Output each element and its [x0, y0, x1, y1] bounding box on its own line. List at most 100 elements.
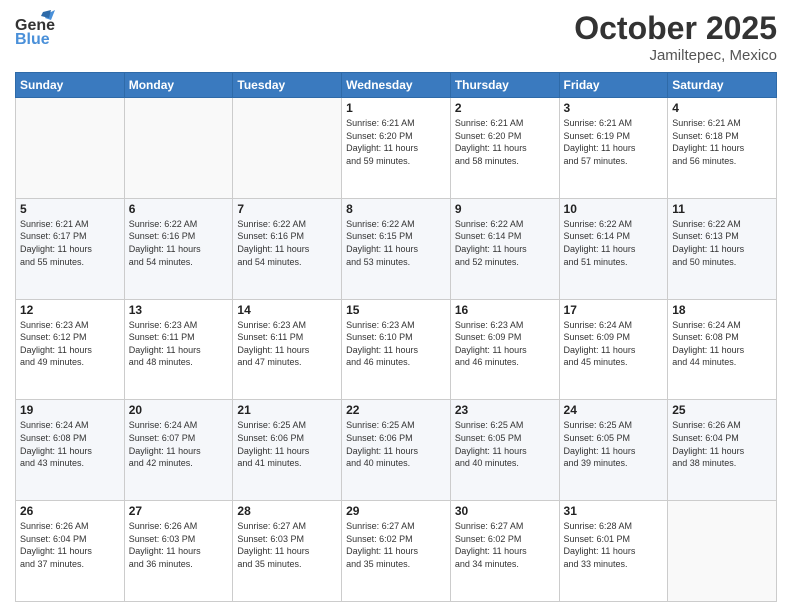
day-info: Sunrise: 6:27 AM Sunset: 6:03 PM Dayligh…: [237, 520, 337, 570]
calendar-cell: 26Sunrise: 6:26 AM Sunset: 6:04 PM Dayli…: [16, 501, 125, 602]
day-info: Sunrise: 6:21 AM Sunset: 6:20 PM Dayligh…: [346, 117, 446, 167]
day-info: Sunrise: 6:27 AM Sunset: 6:02 PM Dayligh…: [346, 520, 446, 570]
calendar-table: Sunday Monday Tuesday Wednesday Thursday…: [15, 72, 777, 602]
day-info: Sunrise: 6:26 AM Sunset: 6:04 PM Dayligh…: [672, 419, 772, 469]
day-number: 6: [129, 202, 229, 216]
day-info: Sunrise: 6:21 AM Sunset: 6:20 PM Dayligh…: [455, 117, 555, 167]
day-number: 17: [564, 303, 664, 317]
day-number: 30: [455, 504, 555, 518]
calendar-cell: 23Sunrise: 6:25 AM Sunset: 6:05 PM Dayli…: [450, 400, 559, 501]
calendar-cell: [124, 98, 233, 199]
calendar-week-1: 1 Sunrise: 6:21 AM Sunset: 6:20 PM Daylig…: [16, 98, 777, 199]
day-number: 18: [672, 303, 772, 317]
calendar-cell: [233, 98, 342, 199]
calendar-week-5: 26Sunrise: 6:26 AM Sunset: 6:04 PM Dayli…: [16, 501, 777, 602]
calendar-cell: 12 Sunrise: 6:23 AM Sunset: 6:12 PM Dayli…: [16, 299, 125, 400]
col-saturday: Saturday: [668, 73, 777, 98]
col-monday: Monday: [124, 73, 233, 98]
day-number: 12: [20, 303, 120, 317]
day-info: Sunrise: 6:24 AM Sunset: 6:08 PM Dayligh…: [672, 319, 772, 369]
day-info: Sunrise: 6:24 AM Sunset: 6:09 PM Dayligh…: [564, 319, 664, 369]
calendar-cell: 4 Sunrise: 6:21 AM Sunset: 6:18 PM Daylig…: [668, 98, 777, 199]
calendar-cell: 16Sunrise: 6:23 AM Sunset: 6:09 PM Dayli…: [450, 299, 559, 400]
svg-text:Blue: Blue: [15, 31, 50, 48]
day-info: Sunrise: 6:21 AM Sunset: 6:18 PM Dayligh…: [672, 117, 772, 167]
calendar-cell: 2 Sunrise: 6:21 AM Sunset: 6:20 PM Daylig…: [450, 98, 559, 199]
calendar-cell: 18 Sunrise: 6:24 AM Sunset: 6:08 PM Dayli…: [668, 299, 777, 400]
calendar-cell: 11 Sunrise: 6:22 AM Sunset: 6:13 PM Dayli…: [668, 198, 777, 299]
day-number: 4: [672, 101, 772, 115]
header: General Blue October 2025 Jamiltepec, Me…: [15, 10, 777, 64]
day-number: 22: [346, 403, 446, 417]
day-info: Sunrise: 6:23 AM Sunset: 6:11 PM Dayligh…: [129, 319, 229, 369]
day-info: Sunrise: 6:24 AM Sunset: 6:07 PM Dayligh…: [129, 419, 229, 469]
page-title: October 2025: [574, 10, 777, 47]
calendar-cell: 27Sunrise: 6:26 AM Sunset: 6:03 PM Dayli…: [124, 501, 233, 602]
day-number: 29: [346, 504, 446, 518]
day-number: 1: [346, 101, 446, 115]
calendar-cell: 1 Sunrise: 6:21 AM Sunset: 6:20 PM Daylig…: [342, 98, 451, 199]
calendar-cell: [16, 98, 125, 199]
calendar-cell: 21 Sunrise: 6:25 AM Sunset: 6:06 PM Dayli…: [233, 400, 342, 501]
day-info: Sunrise: 6:22 AM Sunset: 6:16 PM Dayligh…: [129, 218, 229, 268]
calendar-cell: 7 Sunrise: 6:22 AM Sunset: 6:16 PM Daylig…: [233, 198, 342, 299]
day-info: Sunrise: 6:22 AM Sunset: 6:13 PM Dayligh…: [672, 218, 772, 268]
day-number: 8: [346, 202, 446, 216]
calendar-cell: 28 Sunrise: 6:27 AM Sunset: 6:03 PM Dayli…: [233, 501, 342, 602]
day-number: 7: [237, 202, 337, 216]
day-info: Sunrise: 6:22 AM Sunset: 6:15 PM Dayligh…: [346, 218, 446, 268]
day-number: 2: [455, 101, 555, 115]
calendar-cell: 9 Sunrise: 6:22 AM Sunset: 6:14 PM Daylig…: [450, 198, 559, 299]
day-info: Sunrise: 6:23 AM Sunset: 6:12 PM Dayligh…: [20, 319, 120, 369]
day-number: 5: [20, 202, 120, 216]
col-thursday: Thursday: [450, 73, 559, 98]
day-number: 14: [237, 303, 337, 317]
calendar-cell: 10Sunrise: 6:22 AM Sunset: 6:14 PM Dayli…: [559, 198, 668, 299]
page-subtitle: Jamiltepec, Mexico: [574, 47, 777, 64]
calendar-cell: 19 Sunrise: 6:24 AM Sunset: 6:08 PM Dayli…: [16, 400, 125, 501]
day-number: 3: [564, 101, 664, 115]
col-tuesday: Tuesday: [233, 73, 342, 98]
calendar-cell: 14Sunrise: 6:23 AM Sunset: 6:11 PM Dayli…: [233, 299, 342, 400]
page: General Blue October 2025 Jamiltepec, Me…: [0, 0, 792, 612]
day-info: Sunrise: 6:21 AM Sunset: 6:19 PM Dayligh…: [564, 117, 664, 167]
col-friday: Friday: [559, 73, 668, 98]
calendar-cell: 8 Sunrise: 6:22 AM Sunset: 6:15 PM Daylig…: [342, 198, 451, 299]
day-number: 9: [455, 202, 555, 216]
day-info: Sunrise: 6:22 AM Sunset: 6:16 PM Dayligh…: [237, 218, 337, 268]
calendar-body: 1 Sunrise: 6:21 AM Sunset: 6:20 PM Daylig…: [16, 98, 777, 602]
day-number: 11: [672, 202, 772, 216]
day-number: 25: [672, 403, 772, 417]
day-info: Sunrise: 6:26 AM Sunset: 6:03 PM Dayligh…: [129, 520, 229, 570]
day-info: Sunrise: 6:23 AM Sunset: 6:09 PM Dayligh…: [455, 319, 555, 369]
day-info: Sunrise: 6:28 AM Sunset: 6:01 PM Dayligh…: [564, 520, 664, 570]
calendar-cell: 15Sunrise: 6:23 AM Sunset: 6:10 PM Dayli…: [342, 299, 451, 400]
day-number: 20: [129, 403, 229, 417]
day-info: Sunrise: 6:25 AM Sunset: 6:06 PM Dayligh…: [237, 419, 337, 469]
calendar-cell: 25 Sunrise: 6:26 AM Sunset: 6:04 PM Dayli…: [668, 400, 777, 501]
calendar-cell: 30 Sunrise: 6:27 AM Sunset: 6:02 PM Dayli…: [450, 501, 559, 602]
day-number: 31: [564, 504, 664, 518]
col-sunday: Sunday: [16, 73, 125, 98]
day-info: Sunrise: 6:27 AM Sunset: 6:02 PM Dayligh…: [455, 520, 555, 570]
day-number: 19: [20, 403, 120, 417]
day-number: 13: [129, 303, 229, 317]
col-wednesday: Wednesday: [342, 73, 451, 98]
day-number: 21: [237, 403, 337, 417]
day-info: Sunrise: 6:25 AM Sunset: 6:05 PM Dayligh…: [455, 419, 555, 469]
calendar-cell: 22 Sunrise: 6:25 AM Sunset: 6:06 PM Dayli…: [342, 400, 451, 501]
day-info: Sunrise: 6:22 AM Sunset: 6:14 PM Dayligh…: [564, 218, 664, 268]
calendar-cell: [668, 501, 777, 602]
calendar-cell: 6 Sunrise: 6:22 AM Sunset: 6:16 PM Daylig…: [124, 198, 233, 299]
day-info: Sunrise: 6:25 AM Sunset: 6:06 PM Dayligh…: [346, 419, 446, 469]
day-number: 15: [346, 303, 446, 317]
day-number: 26: [20, 504, 120, 518]
day-info: Sunrise: 6:22 AM Sunset: 6:14 PM Dayligh…: [455, 218, 555, 268]
day-info: Sunrise: 6:21 AM Sunset: 6:17 PM Dayligh…: [20, 218, 120, 268]
calendar-header: Sunday Monday Tuesday Wednesday Thursday…: [16, 73, 777, 98]
day-info: Sunrise: 6:24 AM Sunset: 6:08 PM Dayligh…: [20, 419, 120, 469]
day-number: 28: [237, 504, 337, 518]
title-block: October 2025 Jamiltepec, Mexico: [574, 10, 777, 64]
header-row: Sunday Monday Tuesday Wednesday Thursday…: [16, 73, 777, 98]
calendar-cell: 13 Sunrise: 6:23 AM Sunset: 6:11 PM Dayli…: [124, 299, 233, 400]
